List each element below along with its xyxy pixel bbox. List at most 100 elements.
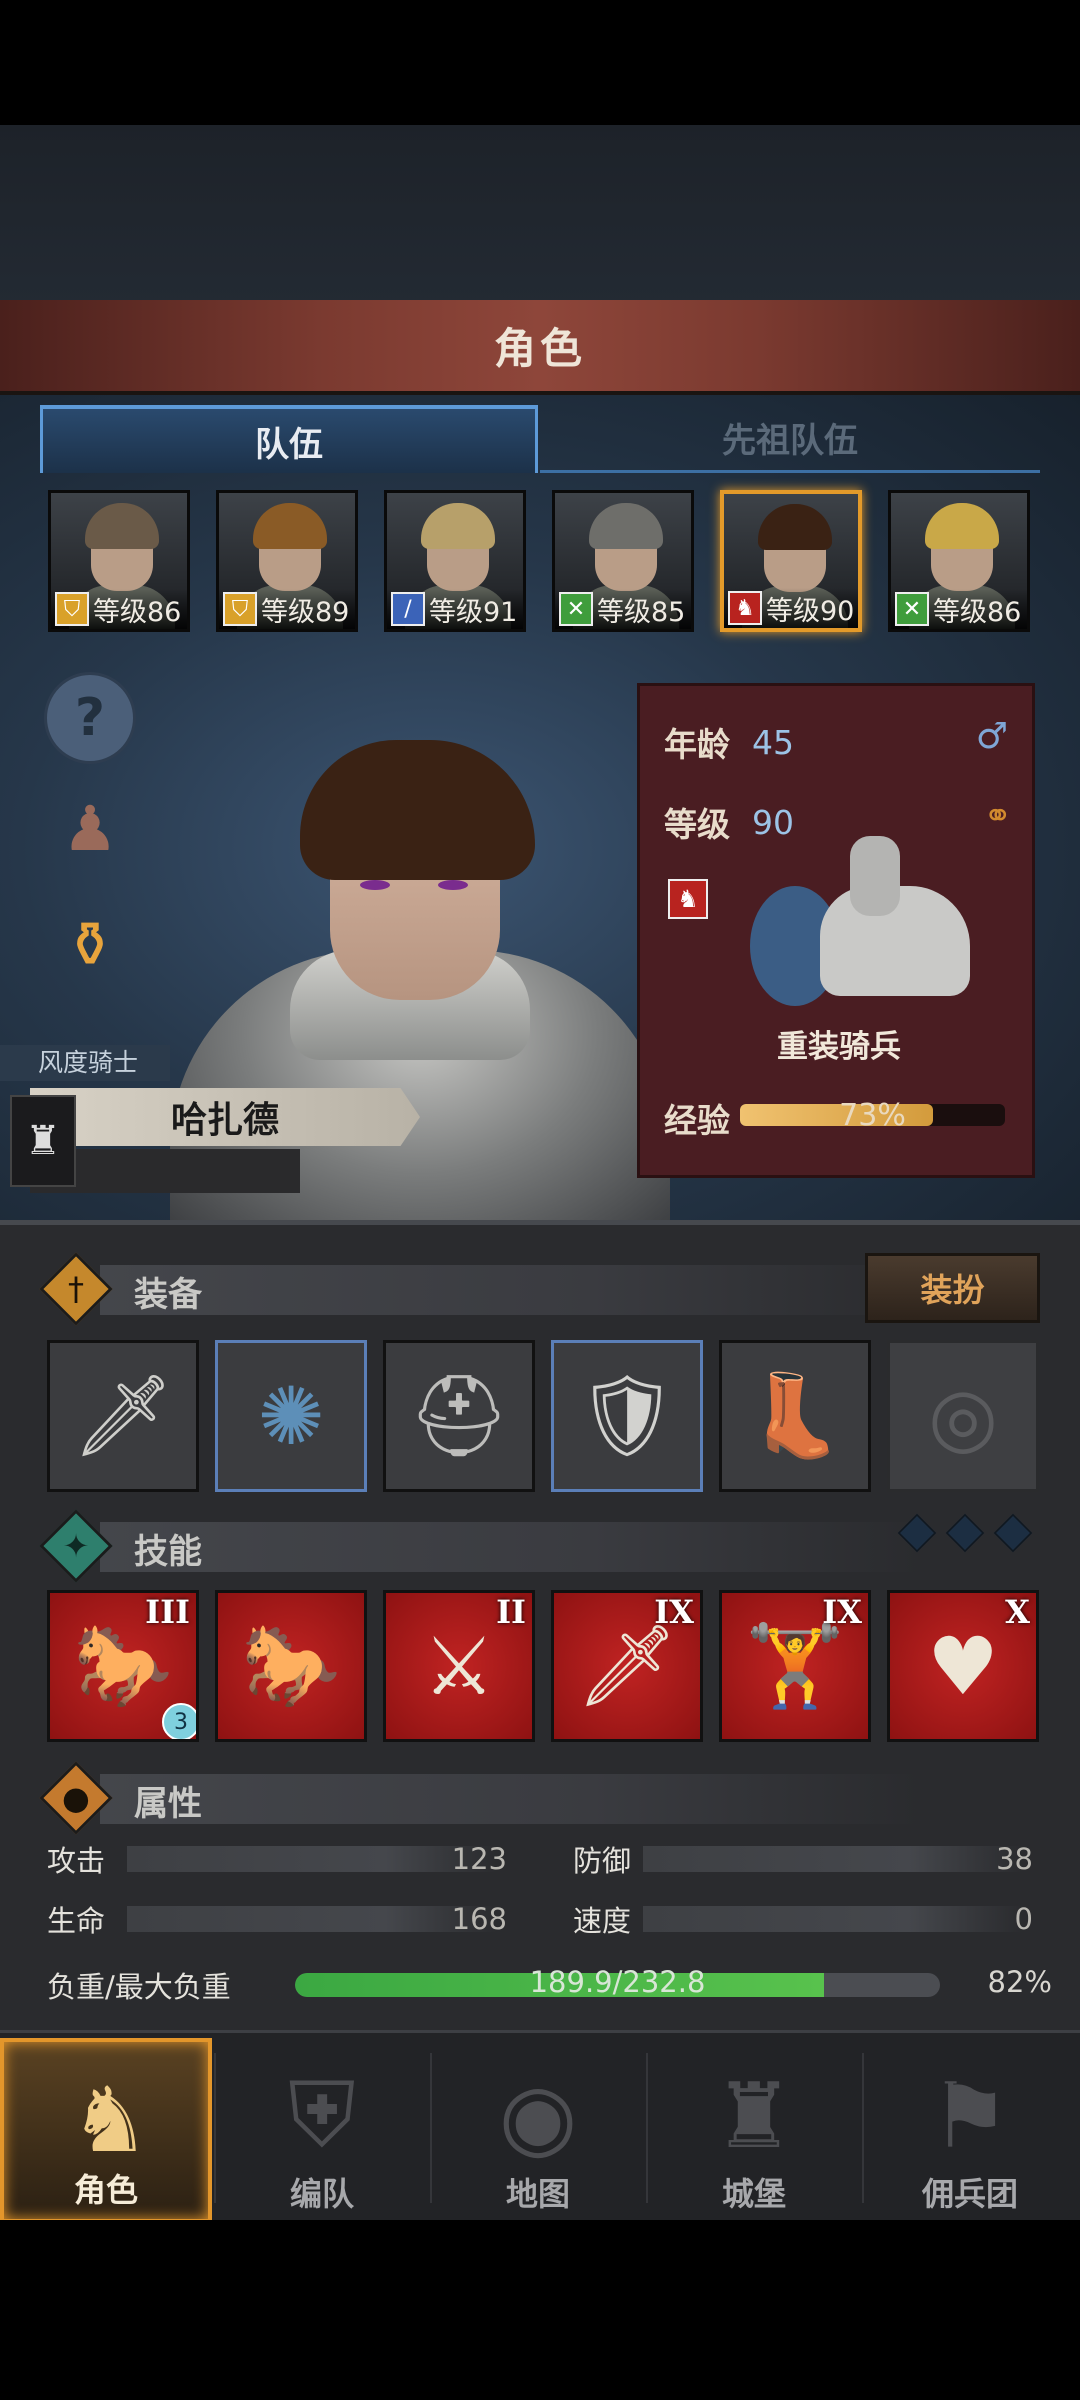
- attributes-header: ● 属性: [39, 1761, 1040, 1835]
- equipment-title: 装备: [134, 1275, 202, 1315]
- speed-row: 速度 0: [573, 1898, 1033, 1940]
- member-level: 等级90: [766, 595, 855, 627]
- tab-team[interactable]: 队伍: [40, 405, 538, 473]
- skill-slot-5[interactable]: 🏋 IX: [719, 1590, 871, 1742]
- castle-icon: ♜: [713, 2063, 795, 2169]
- formation-icon: ⛨: [288, 2063, 356, 2168]
- nav-character[interactable]: ♞ 角色: [0, 2038, 212, 2223]
- nav-label: 编队: [289, 2175, 354, 2213]
- equip-slot-spear-item[interactable]: 🗡: [47, 1340, 199, 1492]
- defense-value: 38: [996, 1842, 1033, 1876]
- nav-map[interactable]: ◉ 地图: [432, 2038, 644, 2223]
- marriage-ring-icon: ⚭: [983, 796, 1013, 836]
- equip-slot-plume-item[interactable]: ✺: [215, 1340, 367, 1492]
- nav-castle[interactable]: ♜ 城堡: [648, 2038, 860, 2223]
- shield-icon: ⛉: [55, 592, 89, 626]
- load-value: 189.9/232.8: [529, 1965, 706, 1999]
- page-title: 角色: [493, 324, 586, 373]
- exp-bar: 73%: [740, 1098, 1005, 1133]
- hp-label: 生命: [47, 1904, 106, 1938]
- hero-name: 哈扎德: [170, 1100, 279, 1141]
- team-member-6[interactable]: ✕ 等级86: [888, 490, 1030, 632]
- age-value: 45: [752, 722, 794, 762]
- skill-icon: 🗡: [576, 1619, 678, 1712]
- nav-mercenary[interactable]: ⚑ 佣兵团: [864, 2038, 1076, 2223]
- attributes-title: 属性: [134, 1784, 202, 1824]
- mercenary-icon: ⚑: [929, 2063, 1011, 2169]
- member-level: 等级86: [93, 596, 182, 628]
- hp-value: 168: [451, 1902, 507, 1936]
- equip-slot-ring-slot-empty[interactable]: ◎: [887, 1340, 1039, 1492]
- equip-slot-helmet-item[interactable]: ⛑: [383, 1340, 535, 1492]
- speed-value: 0: [1014, 1902, 1033, 1936]
- defense-label: 防御: [573, 1844, 632, 1878]
- team-member-2[interactable]: ⛉ 等级89: [216, 490, 358, 632]
- team-member-5[interactable]: ♞ 等级90: [720, 490, 862, 632]
- equip-slot-boots-item[interactable]: 👢: [719, 1340, 871, 1492]
- skill-point-diamond: [897, 1513, 937, 1553]
- status-area: [0, 0, 1080, 125]
- shield-icon: ⛉: [223, 592, 257, 626]
- skill-points-indicator: [897, 1513, 1033, 1553]
- skill-icon: 🐎: [241, 1619, 341, 1712]
- class-name: 重装骑兵: [777, 1029, 901, 1065]
- level-label: 等级: [664, 805, 730, 844]
- bottom-navigation: ♞ 角色 ⛨ 编队 ◉ 地图 ♜ 城堡 ⚑ 佣兵团: [0, 2030, 1080, 2223]
- heavy-cavalry-figure: [740, 826, 980, 1046]
- nav-label: 角色: [73, 2171, 138, 2209]
- member-level: 等级91: [429, 596, 518, 628]
- exp-label: 经验: [664, 1101, 730, 1140]
- skill-icon: ♥: [927, 1619, 999, 1713]
- skill-slot-6[interactable]: ♥ X: [887, 1590, 1039, 1742]
- age-label: 年龄: [664, 725, 730, 764]
- skill-slot-4[interactable]: 🗡 IX: [551, 1590, 703, 1742]
- skill-rank: IX: [822, 1593, 862, 1631]
- load-row: 负重/最大负重: [47, 1964, 287, 2006]
- character-icon: ♞: [69, 2067, 151, 2173]
- attack-value: 123: [451, 1842, 507, 1876]
- tab-ancestor-team[interactable]: 先祖队伍: [540, 405, 1040, 473]
- skill-icon: ⚔: [423, 1619, 495, 1713]
- nav-formation[interactable]: ⛨ 编队: [216, 2038, 428, 2223]
- equipment-slots: 🗡 ✺ ⛑ 🛡 👢 ◎: [47, 1340, 1039, 1492]
- nav-divider: [646, 2053, 648, 2203]
- potion-icon[interactable]: ⚱: [44, 898, 136, 990]
- skill-rank: II: [496, 1593, 526, 1631]
- system-nav-area: [0, 2220, 1080, 2400]
- team-member-1[interactable]: ⛉ 等级86: [48, 490, 190, 632]
- nav-label: 佣兵团: [921, 2175, 1018, 2213]
- hero-name-plate: 哈扎德 ♜: [0, 1085, 420, 1193]
- help-icon[interactable]: ?: [44, 672, 136, 764]
- equip-slot-armor-item[interactable]: 🛡: [551, 1340, 703, 1492]
- speed-label: 速度: [573, 1904, 632, 1938]
- dress-up-button[interactable]: 装扮: [865, 1253, 1040, 1323]
- cross-swords-icon: ✕: [895, 592, 929, 626]
- skill-rank: III: [145, 1593, 190, 1631]
- member-level: 等级86: [933, 596, 1022, 628]
- skill-slot-3[interactable]: ⚔ II: [383, 1590, 535, 1742]
- cavalry-class-icon: ♞: [668, 879, 708, 919]
- load-percent: 82%: [987, 1965, 1052, 1999]
- team-member-3[interactable]: / 等级91: [384, 490, 526, 632]
- exp-percent: 73%: [839, 1098, 906, 1133]
- attack-label: 攻击: [47, 1844, 106, 1878]
- nav-divider: [214, 2053, 216, 2203]
- background-band: [0, 125, 1080, 305]
- hero-name-banner[interactable]: 哈扎德: [30, 1088, 420, 1146]
- male-icon: ♂: [975, 716, 1008, 757]
- team-member-4[interactable]: ✕ 等级85: [552, 490, 694, 632]
- character-icon[interactable]: ♟: [44, 782, 136, 874]
- skill-stack-badge: 3: [162, 1703, 196, 1739]
- map-icon: ◉: [498, 2063, 578, 2169]
- attack-row: 攻击 123: [47, 1838, 507, 1880]
- skill-point-diamond: [945, 1513, 985, 1553]
- hero-title: 风度骑士: [0, 1045, 170, 1081]
- load-label: 负重/最大负重: [47, 1970, 231, 2004]
- knight-emblem-icon[interactable]: ♜: [10, 1095, 76, 1187]
- hp-row: 生命 168: [47, 1898, 507, 1940]
- skill-slot-1[interactable]: 🐎 III 3: [47, 1590, 199, 1742]
- skills-header: ✦ 技能: [39, 1509, 1040, 1583]
- skill-slot-2[interactable]: 🐎: [215, 1590, 367, 1742]
- nav-divider: [430, 2053, 432, 2203]
- skills-title: 技能: [134, 1532, 202, 1572]
